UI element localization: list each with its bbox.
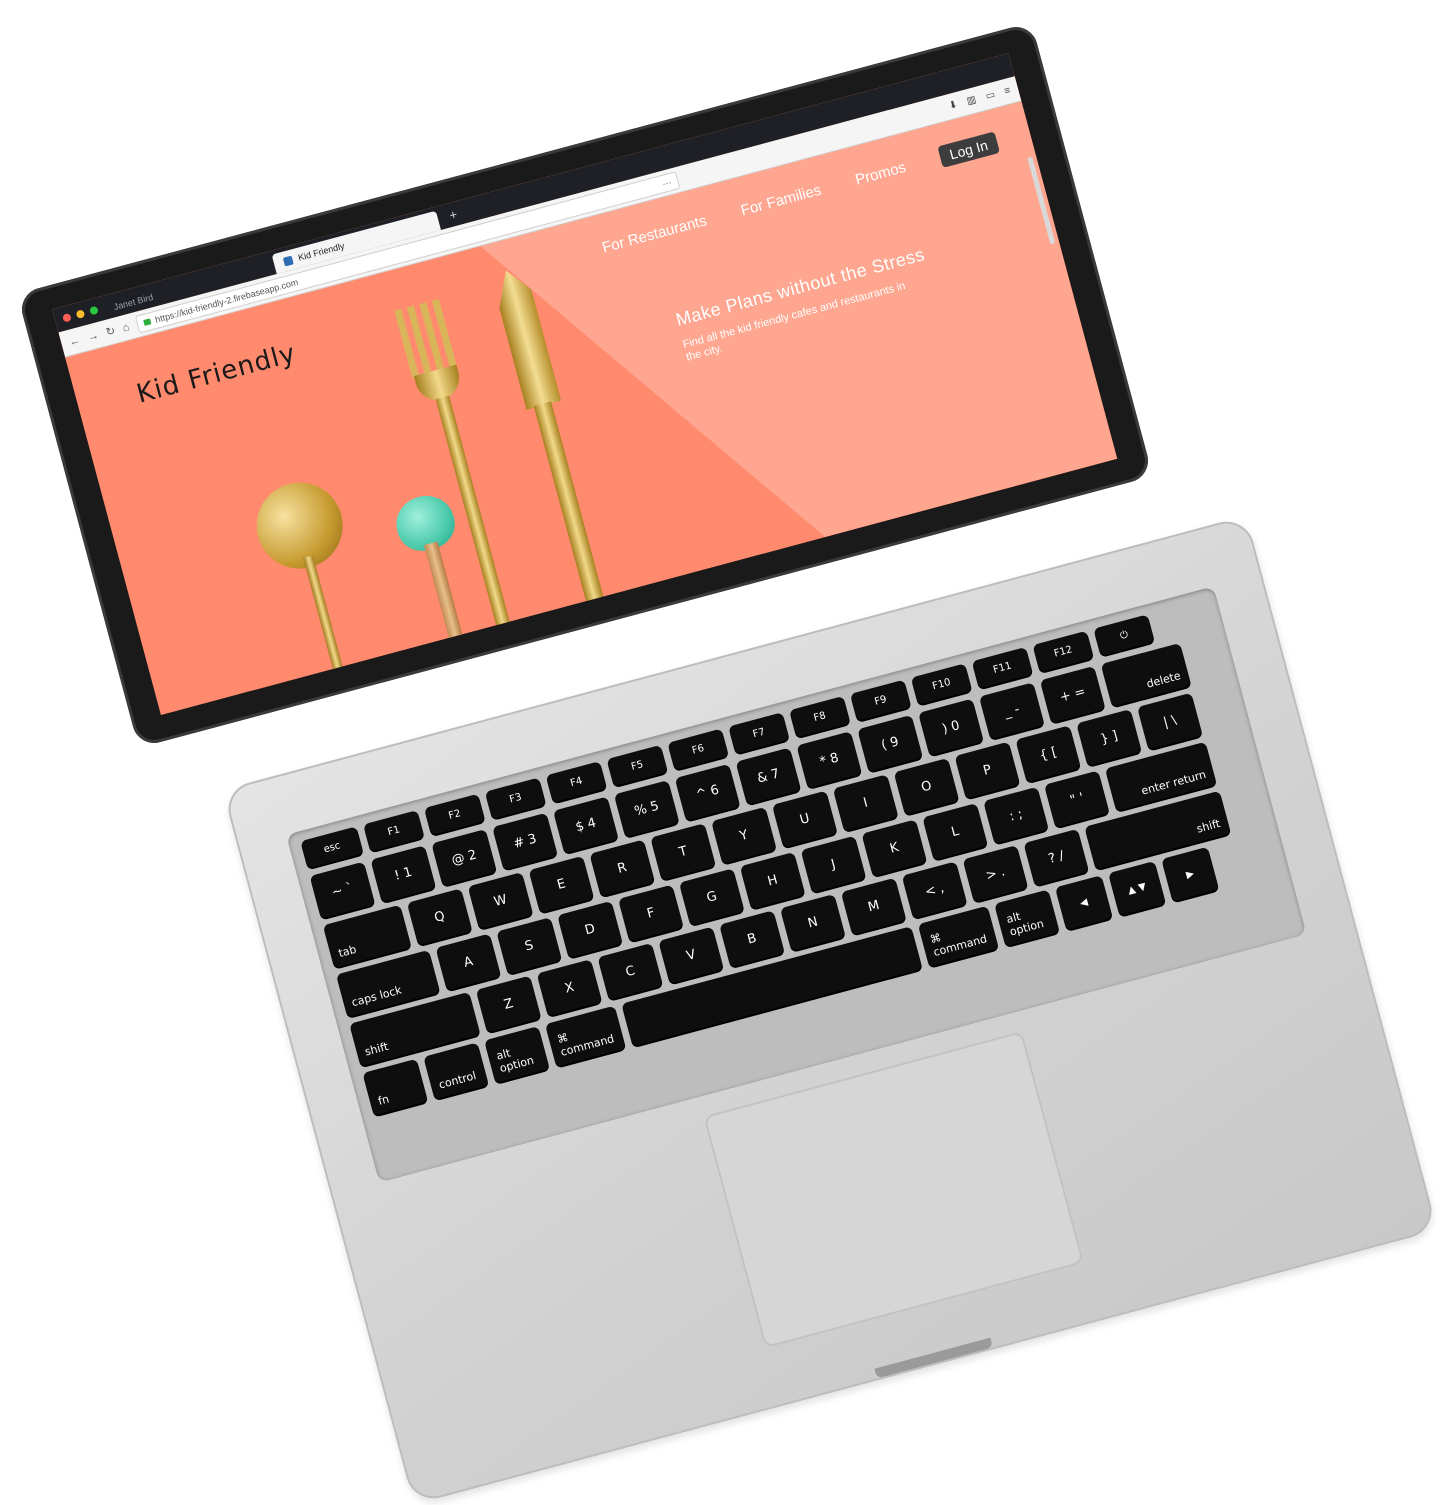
front-notch (874, 1337, 993, 1379)
page-actions-icon[interactable]: ··· (661, 176, 672, 188)
key-5[interactable]: % 5 (613, 780, 680, 838)
key-p[interactable]: P (954, 741, 1021, 799)
key-s[interactable]: S (496, 917, 562, 975)
key-u[interactable]: U (771, 790, 838, 848)
key-f6[interactable]: F6 (667, 728, 729, 771)
menu-icon[interactable]: ≡ (1003, 85, 1011, 97)
key-f8[interactable]: F8 (789, 695, 851, 738)
minimize-window-icon[interactable] (75, 309, 86, 320)
key-f[interactable]: F (618, 884, 684, 942)
key-9[interactable]: ( 9 (857, 714, 923, 772)
key-control[interactable]: control (423, 1042, 489, 1100)
close-window-icon[interactable] (62, 312, 72, 323)
key-x[interactable]: X (536, 959, 603, 1017)
key-j[interactable]: J (800, 835, 867, 893)
key-a[interactable]: A (435, 933, 501, 991)
key-equals[interactable]: + = (1039, 665, 1106, 723)
key-7[interactable]: & 7 (735, 747, 802, 805)
key-b[interactable]: B (719, 910, 785, 968)
key-m[interactable]: M (840, 877, 907, 935)
key-esc[interactable]: esc (300, 826, 364, 869)
key-f11[interactable]: F11 (971, 646, 1033, 689)
key-semicolon[interactable]: : ; (983, 786, 1049, 844)
key-backtick[interactable]: ~ ` (309, 861, 376, 919)
new-tab-button[interactable]: + (448, 206, 459, 222)
ladle-icon (247, 472, 353, 579)
key-f4[interactable]: F4 (545, 761, 607, 803)
key-right-bracket[interactable]: } ] (1076, 709, 1142, 767)
key-f5[interactable]: F5 (606, 744, 668, 787)
back-icon[interactable]: ← (68, 334, 82, 348)
spoon-handle (423, 541, 464, 642)
download-icon[interactable]: ⬇ (948, 99, 959, 112)
key-l[interactable]: L (922, 803, 988, 861)
key-minus[interactable]: _ - (979, 682, 1045, 740)
key-f10[interactable]: F10 (910, 663, 973, 705)
key-0[interactable]: ) 0 (918, 698, 984, 756)
site-logo[interactable]: Kid Friendly (134, 338, 300, 409)
key-6[interactable]: ^ 6 (674, 763, 741, 821)
key-e[interactable]: E (528, 855, 595, 913)
forward-icon[interactable]: → (86, 329, 100, 343)
laptop-scene: esc F1 F2 F3 F4 F5 F6 F7 F8 F9 F10 F11 F… (0, 0, 1443, 1505)
key-d[interactable]: D (557, 900, 623, 958)
key-c[interactable]: C (597, 942, 663, 1000)
key-v[interactable]: V (658, 926, 724, 984)
key-quote[interactable]: " ' (1044, 770, 1110, 828)
key-z[interactable]: Z (475, 975, 542, 1033)
key-3[interactable]: # 3 (492, 812, 558, 870)
key-right-option[interactable]: alt option (994, 889, 1060, 947)
key-f12[interactable]: F12 (1032, 630, 1094, 673)
key-f1[interactable]: F1 (363, 810, 425, 852)
key-backslash[interactable]: | \ (1137, 692, 1203, 750)
ladle-handle (303, 555, 344, 674)
key-n[interactable]: N (780, 893, 846, 951)
reload-icon[interactable]: ↻ (104, 324, 117, 339)
key-f7[interactable]: F7 (728, 712, 790, 754)
library-icon[interactable]: ▥ (966, 94, 978, 107)
sidebar-icon[interactable]: ▭ (984, 89, 996, 102)
key-slash[interactable]: ? / (1023, 828, 1089, 886)
key-8[interactable]: * 8 (796, 731, 862, 789)
arrow-right-icon[interactable]: ▶ (1161, 846, 1219, 902)
key-left-command[interactable]: ⌘ command (544, 1005, 626, 1067)
key-f9[interactable]: F9 (849, 679, 912, 722)
home-icon[interactable]: ⌂ (121, 321, 131, 334)
key-k[interactable]: K (861, 819, 927, 877)
key-4[interactable]: $ 4 (553, 796, 619, 854)
zoom-window-icon[interactable] (89, 305, 99, 316)
key-o[interactable]: O (893, 757, 960, 815)
arrow-left-icon[interactable]: ◀ (1054, 875, 1113, 931)
arrow-up-down-icon[interactable]: ▲ ▼ (1108, 860, 1166, 916)
key-left-option[interactable]: alt option (484, 1026, 550, 1084)
power-icon[interactable]: ⏻ (1093, 614, 1155, 656)
key-f3[interactable]: F3 (484, 777, 547, 819)
favicon-icon (282, 255, 294, 267)
key-comma[interactable]: < , (901, 861, 968, 919)
knife-handle (533, 401, 606, 609)
key-1[interactable]: ! 1 (370, 845, 436, 903)
key-q[interactable]: Q (406, 888, 473, 946)
key-fn[interactable]: fn (362, 1058, 428, 1116)
key-r[interactable]: R (589, 839, 655, 897)
lock-icon (142, 317, 152, 326)
key-left-bracket[interactable]: { [ (1015, 725, 1081, 783)
key-w[interactable]: W (467, 872, 534, 930)
key-f2[interactable]: F2 (423, 793, 486, 836)
key-right-command[interactable]: ⌘ command (917, 905, 999, 967)
key-y[interactable]: Y (711, 806, 777, 864)
key-period[interactable]: > . (962, 845, 1029, 903)
key-i[interactable]: I (832, 774, 899, 832)
key-2[interactable]: @ 2 (431, 829, 497, 887)
key-h[interactable]: H (739, 851, 806, 909)
key-g[interactable]: G (678, 868, 745, 926)
key-t[interactable]: T (650, 823, 716, 881)
